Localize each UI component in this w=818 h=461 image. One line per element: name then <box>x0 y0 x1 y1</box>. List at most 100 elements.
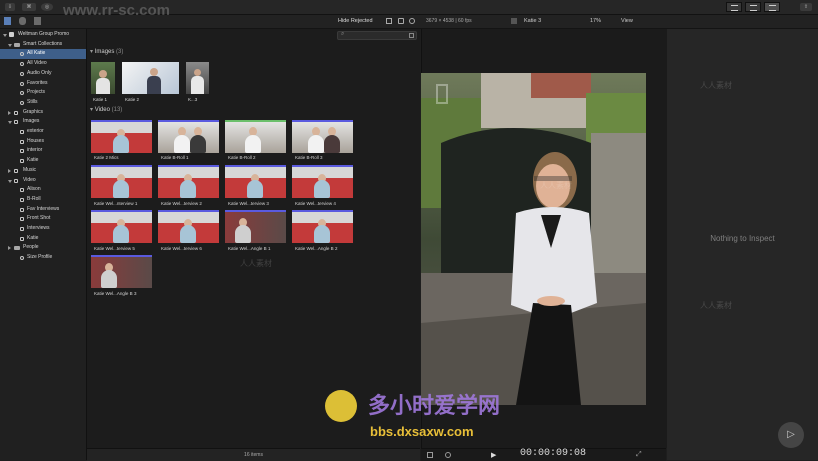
sidebar-item-label: Houses <box>27 137 44 144</box>
video-clip-thumbnail[interactable] <box>292 165 353 198</box>
sidebar-item-music[interactable]: Music <box>0 166 86 176</box>
video-clip-thumbnail[interactable] <box>225 165 286 198</box>
titles-icon[interactable] <box>34 17 41 25</box>
video-clip-thumbnail[interactable] <box>158 165 219 198</box>
smart-collections-folder[interactable]: Smart Collections <box>0 40 86 50</box>
sidebar-item-interviews[interactable]: Interviews <box>0 224 86 234</box>
keyword-collection-icon <box>20 217 24 222</box>
layout-libraries-button[interactable] <box>726 2 742 12</box>
import-button[interactable]: ⇩ <box>5 3 15 11</box>
keyword-collection-icon <box>20 139 24 144</box>
sidebar-item-katie[interactable]: Katie <box>0 156 86 166</box>
sidebar-item-audio-only[interactable]: Audio Only <box>0 69 86 79</box>
image-thumbnail[interactable] <box>186 62 209 94</box>
sidebar-item-houses[interactable]: Houses <box>0 137 86 147</box>
sidebar-item-graphics[interactable]: Graphics <box>0 108 86 118</box>
filter-dropdown[interactable]: Hide Rejected <box>338 18 373 24</box>
image-name: K...3 <box>188 97 198 102</box>
sidebar-item-stills[interactable]: Stills <box>0 98 86 108</box>
images-section-header[interactable]: ▾ Images (3) <box>90 48 123 55</box>
disclosure-icon[interactable] <box>8 168 11 173</box>
library-row[interactable]: Weltman Group Promo <box>0 30 86 40</box>
disclosure-icon[interactable] <box>8 121 12 125</box>
sidebar-item-people[interactable]: People <box>0 243 86 253</box>
viewer-image <box>421 73 646 405</box>
clip-appearance-icon[interactable] <box>386 18 392 24</box>
browser-footer: 16 items <box>87 448 420 461</box>
enhance-icon[interactable] <box>445 452 451 458</box>
sidebar-item-katie-video[interactable]: Katie <box>0 234 86 244</box>
sidebar-item-size-profile[interactable]: Size Profile <box>0 253 86 263</box>
event-icon <box>14 168 18 173</box>
sidebar-item-front-shot[interactable]: Front Shot <box>0 214 86 224</box>
play-circle-icon[interactable]: ▷ <box>778 422 804 448</box>
search-input[interactable]: ⌕ <box>337 31 417 40</box>
video-clip-thumbnail[interactable] <box>91 255 152 288</box>
video-clip-thumbnail[interactable] <box>91 210 152 243</box>
keyword-collection-icon <box>20 159 24 164</box>
video-clip-thumbnail[interactable] <box>91 165 152 198</box>
sidebar-item-b-roll[interactable]: B-Roll <box>0 195 86 205</box>
video-clip-thumbnail[interactable] <box>158 120 219 153</box>
layout-inspector-button[interactable] <box>764 2 780 12</box>
video-count: (13) <box>111 107 123 113</box>
view-dropdown[interactable]: View <box>621 18 633 24</box>
search-toggle-icon[interactable] <box>409 18 415 24</box>
layout-timeline-button[interactable] <box>745 2 761 12</box>
folder-icon <box>14 42 20 47</box>
settings-icon[interactable] <box>398 18 404 24</box>
disclosure-icon[interactable] <box>3 34 7 37</box>
images-count: (3) <box>116 49 124 55</box>
clip-name: Katie Wel...Angle B 1 <box>228 246 271 251</box>
sidebar-item-all-video[interactable]: All Video <box>0 59 86 69</box>
sidebar-item-label: Interviews <box>27 225 50 231</box>
sidebar-item-fav-interviews[interactable]: Fav Interviews <box>0 205 86 215</box>
sidebar-item-label: Graphics <box>23 108 44 115</box>
video-section-header[interactable]: ▾ Video (13) <box>90 106 122 113</box>
video-clip-thumbnail[interactable] <box>292 210 353 243</box>
format-info: 3679 × 4538 | 60 fps <box>426 18 472 24</box>
folder-icon <box>14 246 20 251</box>
photos-icon[interactable] <box>19 17 26 25</box>
image-thumbnail[interactable] <box>122 62 179 94</box>
sidebar-item-interior[interactable]: interior <box>0 146 86 156</box>
keyword-button[interactable]: ⌘ <box>22 3 36 11</box>
disclosure-icon[interactable] <box>8 179 12 183</box>
fullscreen-icon[interactable]: ⤢ <box>636 451 642 459</box>
image-thumbnail[interactable] <box>91 62 115 94</box>
inspector-pane <box>667 29 818 460</box>
video-clip-thumbnail[interactable] <box>158 210 219 243</box>
sidebar-item-projects[interactable]: Projects <box>0 88 86 98</box>
video-clip-thumbnail[interactable] <box>225 210 286 243</box>
share-button[interactable]: ⇧ <box>800 3 812 11</box>
libraries-icon[interactable] <box>4 17 11 25</box>
keyword-collection-icon <box>20 149 24 154</box>
inspector-empty-message: Nothing to Inspect <box>710 234 775 243</box>
zoom-dropdown[interactable]: 17% <box>590 18 601 24</box>
keyword-collection-icon <box>20 207 24 212</box>
sidebar-item-images[interactable]: Images <box>0 117 86 127</box>
sidebar-item-video[interactable]: Video <box>0 176 86 186</box>
sidebar-item-exterior[interactable]: exterior <box>0 127 86 137</box>
background-tasks-button[interactable]: ◎ <box>41 3 53 11</box>
transform-icon[interactable] <box>427 452 433 458</box>
sidebar-item-label: interior <box>27 147 43 154</box>
video-clip-thumbnail[interactable] <box>292 120 353 153</box>
sidebar-item-label: Favorites <box>27 79 48 86</box>
sidebar-item-alison[interactable]: Alison <box>0 185 86 195</box>
disclosure-icon[interactable] <box>8 43 12 47</box>
sidebar-item-label: B-Roll <box>27 195 41 202</box>
video-clip-thumbnail[interactable] <box>225 120 286 153</box>
event-icon <box>14 120 18 125</box>
smart-collection-icon <box>20 81 24 86</box>
smart-collection-icon <box>20 100 24 105</box>
video-clip-thumbnail[interactable] <box>91 120 152 153</box>
sidebar-item-all-katie[interactable]: All Katie <box>0 49 86 60</box>
library-name: Weltman Group Promo <box>18 31 70 37</box>
disclosure-icon[interactable] <box>8 246 11 251</box>
sidebar-item-favorites[interactable]: Favorites <box>0 79 86 89</box>
filmstrip-toggle-icon[interactable] <box>409 33 414 38</box>
play-button[interactable]: ▶ <box>491 451 496 459</box>
disclosure-icon[interactable] <box>8 110 11 115</box>
clip-name: Katie 2 Mics <box>94 155 119 160</box>
